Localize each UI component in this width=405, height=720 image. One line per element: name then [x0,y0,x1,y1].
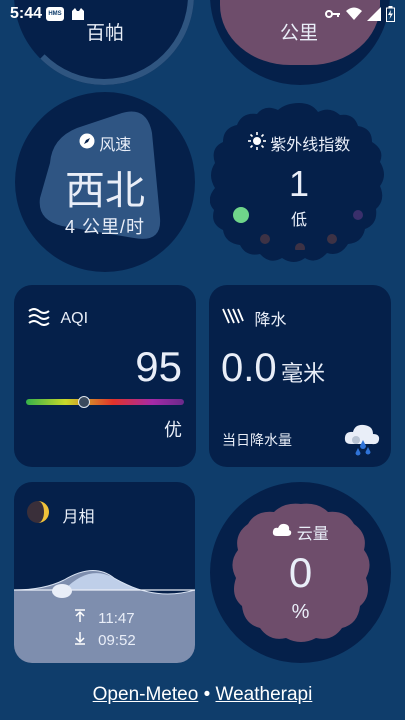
moonset-time: 09:52 [98,632,136,649]
status-time: 5:44 [10,5,43,22]
cloud-icon [272,523,292,542]
aqi-value: 95 [135,343,182,390]
precip-value: 0.0 [221,346,277,390]
rain-lines-icon [222,307,244,330]
moonset-row: 09:52 [74,631,136,649]
wind-header: 风速 [15,131,195,155]
status-bar: 5:44 HMS [0,0,405,28]
moonrise-icon [74,609,88,627]
moonrise-time: 11:47 [98,610,135,627]
wifi-icon [346,7,362,20]
status-icons [325,6,395,22]
battery-icon [386,6,395,22]
moonrise-row: 11:47 [74,609,135,627]
aqi-level: 优 [164,420,182,440]
footer-sources: Open-Meteo • Weatherapi [0,684,405,706]
aqi-header: AQI [28,306,88,331]
wind-label: 风速 [99,137,132,154]
uv-scale-dots [233,207,363,250]
precip-unit: 毫米 [281,361,326,386]
sun-icon [247,131,266,155]
cloud-value: 0 [288,549,313,596]
moonset-icon [74,631,88,649]
wind-direction: 西北 [65,169,145,213]
precip-reading: 0.0 毫米 [221,346,325,391]
precip-label: 降水 [254,312,287,329]
aqi-label: AQI [60,309,89,327]
precip-header: 降水 [222,306,286,330]
signal-icon [367,7,381,21]
moon-phase-icon [26,500,50,529]
air-waves-icon [28,306,50,331]
moon-label: 月相 [62,508,95,526]
key-icon [325,10,340,18]
weatherapi-link[interactable]: Weatherapi [216,684,313,705]
compass-icon [79,133,95,154]
cat-icon [70,7,86,26]
aqi-scale-bar [26,399,184,405]
uv-header: 紫外线指数 [210,131,388,155]
moon-header: 月相 [26,500,94,529]
uv-label: 紫外线指数 [270,137,351,154]
hms-badge-icon: HMS [46,7,64,21]
footer-separator: • [203,684,211,705]
cloud-unit: % [291,601,310,623]
precip-caption: 当日降水量 [222,432,292,448]
rain-cloud-icon [343,420,381,461]
wind-speed: 4 公里/时 [64,217,145,237]
open-meteo-link[interactable]: Open-Meteo [93,684,199,705]
cloud-label: 云量 [296,526,329,543]
cloud-header: 云量 [210,520,391,544]
uv-value: 1 [288,163,310,204]
